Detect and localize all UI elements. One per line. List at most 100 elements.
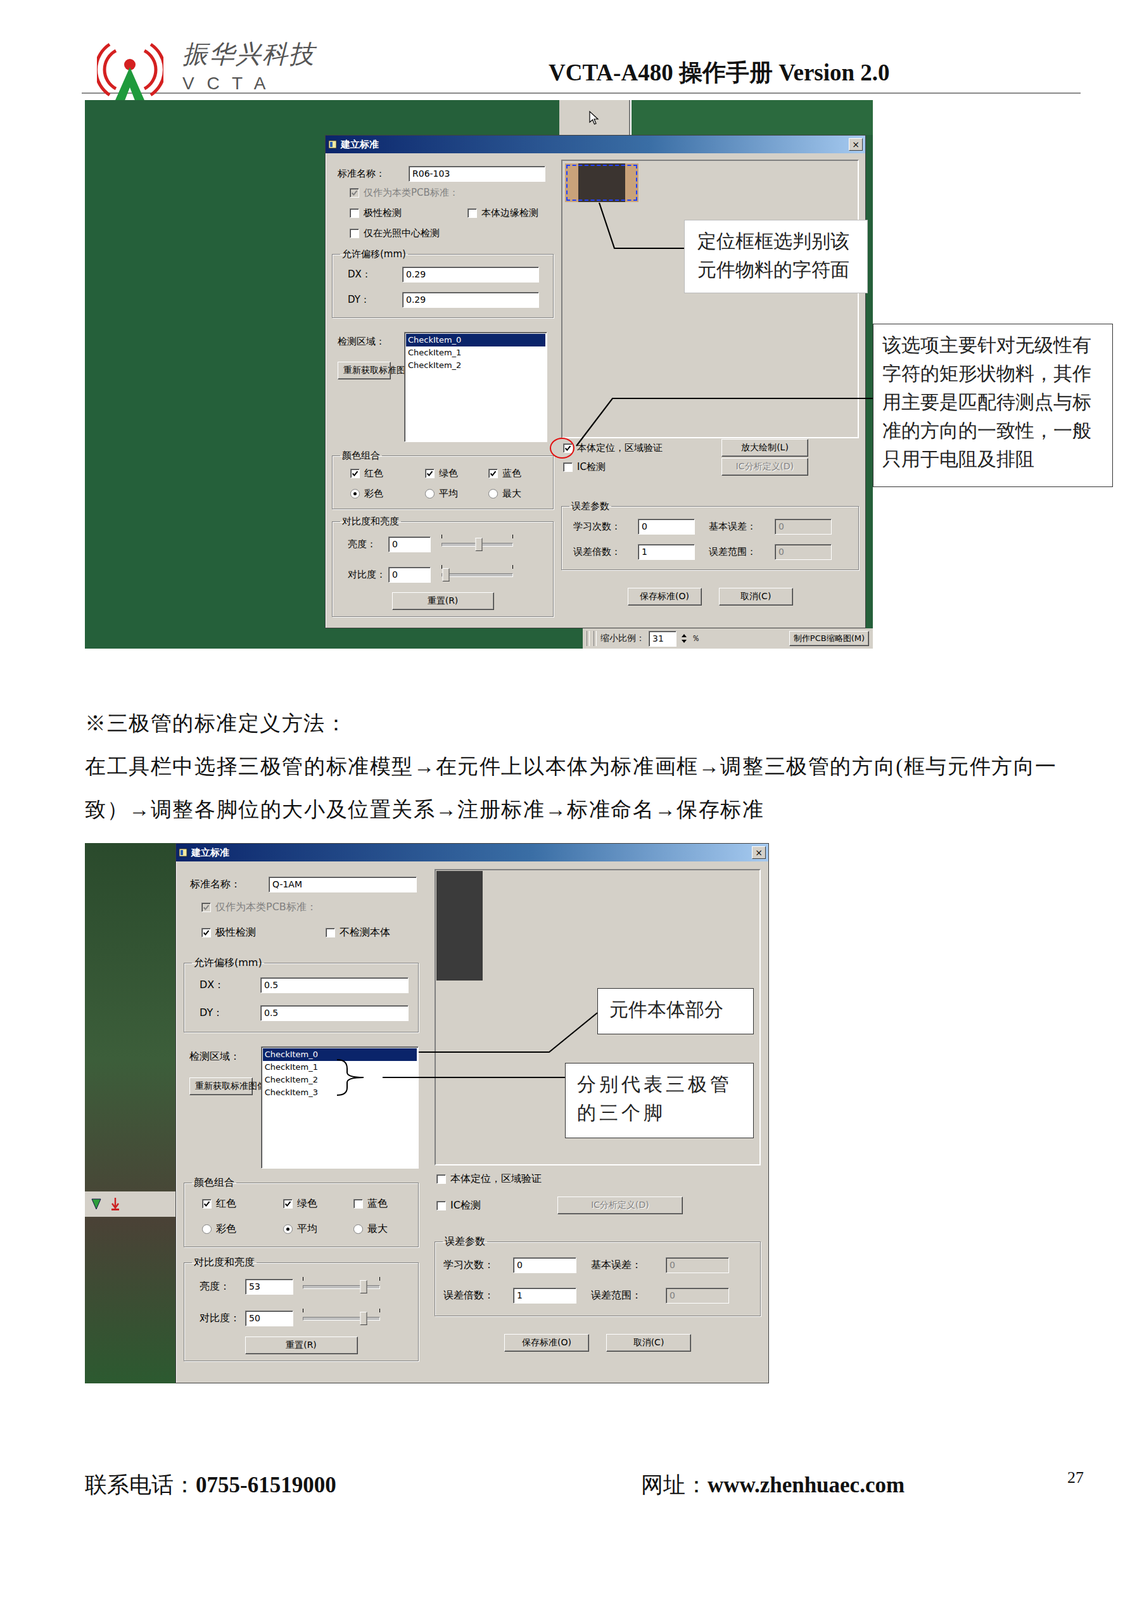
option-checkbox[interactable]: 极性检测 xyxy=(201,926,326,940)
offset-field[interactable]: 0.5 xyxy=(260,977,409,994)
scale-field[interactable]: 31 xyxy=(648,630,677,647)
option-checkbox[interactable]: 本体定位，区域验证 xyxy=(434,1172,542,1186)
screenshot: 建立标准×标准名称：R06-103仅作为本类PCB标准：极性检测本体边缘检测仅在… xyxy=(84,100,873,649)
mode-radio[interactable]: 彩色 xyxy=(202,1222,284,1236)
separator xyxy=(586,630,590,647)
name-field[interactable]: R06-103 xyxy=(408,165,546,182)
option-row: 仅作为本类PCB标准： xyxy=(183,894,419,920)
slider-value-field[interactable]: 53 xyxy=(245,1278,294,1295)
contrast-group: 对比度和亮度亮度：0对比度：0重置(R) xyxy=(331,515,554,617)
checkbox-box xyxy=(201,927,211,938)
refetch-image-button[interactable]: 重新获取标准图像 xyxy=(337,361,391,380)
dialog-button[interactable]: 保存标准(O) xyxy=(504,1333,590,1352)
dialog-button[interactable]: 取消(C) xyxy=(718,587,794,606)
pointer-icon[interactable] xyxy=(587,110,601,126)
list-item[interactable]: CheckItem_1 xyxy=(406,346,546,360)
slider-thumb[interactable] xyxy=(442,568,450,582)
option-checkbox: 仅作为本类PCB标准： xyxy=(201,900,326,915)
close-button[interactable]: × xyxy=(848,138,863,151)
slider-thumb[interactable] xyxy=(360,1311,368,1326)
offset-field[interactable]: 0.29 xyxy=(402,266,540,283)
offset-label: DX： xyxy=(338,268,403,281)
check-icon xyxy=(202,929,210,937)
app-icon xyxy=(178,848,188,858)
phone-number: 0755-61519000 xyxy=(195,1472,337,1498)
slider[interactable] xyxy=(441,534,514,554)
website-url[interactable]: www.zhenhuaec.com xyxy=(707,1472,905,1498)
dialog-button[interactable]: 取消(C) xyxy=(606,1333,692,1352)
checkbox-box xyxy=(436,1174,446,1184)
error-field[interactable]: 0 xyxy=(513,1257,577,1274)
document-title: VCTA-A480 操作手册 Version 2.0 xyxy=(548,39,890,89)
option-checkbox: 仅作为本类PCB标准： xyxy=(349,186,468,199)
leader-line xyxy=(576,398,873,446)
close-button[interactable]: × xyxy=(751,846,766,859)
channel-checkbox[interactable]: 绿色 xyxy=(283,1197,354,1211)
slider[interactable] xyxy=(441,565,514,585)
mode-radio[interactable]: 平均 xyxy=(425,487,489,500)
option-checkbox[interactable]: 不检测本体 xyxy=(325,926,419,940)
dialog-button[interactable]: 保存标准(O) xyxy=(627,587,702,606)
slider[interactable] xyxy=(302,1276,381,1296)
mode-radio[interactable]: 最大 xyxy=(488,487,547,500)
list-item[interactable]: CheckItem_3 xyxy=(262,1086,417,1099)
down-arrow-icon[interactable] xyxy=(89,1196,103,1212)
slider[interactable] xyxy=(302,1308,381,1328)
check-area-list[interactable]: CheckItem_0CheckItem_1CheckItem_2 xyxy=(404,331,548,443)
name-field[interactable]: Q-1AM xyxy=(268,876,417,893)
list-item[interactable]: CheckItem_2 xyxy=(262,1073,417,1087)
channel-checkbox[interactable]: 红色 xyxy=(350,467,426,480)
refetch-image-button[interactable]: 重新获取标准图像 xyxy=(189,1077,253,1096)
list-item[interactable]: CheckItem_2 xyxy=(406,359,546,372)
side-button[interactable]: 放大绘制(L) xyxy=(721,438,809,457)
slider-label: 对比度： xyxy=(190,1311,246,1326)
checkbox-label: 红色 xyxy=(364,467,384,480)
channel-checkbox[interactable]: 蓝色 xyxy=(353,1197,412,1211)
phone: 联系电话：0755-61519000 xyxy=(84,1469,642,1502)
name-row: 标准名称：Q-1AM xyxy=(183,874,419,895)
error-field[interactable]: 1 xyxy=(513,1287,577,1304)
slider-value-field[interactable]: 50 xyxy=(245,1310,294,1327)
option-checkbox[interactable]: IC检测 xyxy=(561,461,606,474)
slider-thumb[interactable] xyxy=(360,1280,368,1294)
list-item[interactable]: CheckItem_0 xyxy=(406,333,546,347)
scale-label: 缩小比例： xyxy=(600,632,645,645)
slider-thumb[interactable] xyxy=(475,537,483,552)
option-checkbox[interactable]: IC检测 xyxy=(434,1199,481,1213)
side-button: IC分析定义(D) xyxy=(557,1196,683,1215)
mode-radio[interactable]: 平均 xyxy=(283,1222,354,1236)
list-item[interactable]: CheckItem_0 xyxy=(262,1048,417,1061)
leader-lines xyxy=(84,100,873,649)
check-area-list[interactable]: CheckItem_0CheckItem_1CheckItem_2CheckIt… xyxy=(260,1046,419,1169)
list-item[interactable]: CheckItem_1 xyxy=(262,1060,417,1074)
reset-button[interactable]: 重置(R) xyxy=(245,1336,358,1355)
option-checkbox[interactable]: 本体定位，区域验证 xyxy=(561,442,663,455)
offset-field[interactable]: 0.5 xyxy=(260,1005,409,1022)
radio-label: 彩色 xyxy=(215,1222,237,1236)
offset-field[interactable]: 0.29 xyxy=(402,292,540,308)
slider-label: 对比度： xyxy=(338,568,389,581)
slider-value-field[interactable]: 0 xyxy=(388,536,431,553)
mode-radio[interactable]: 最大 xyxy=(353,1222,412,1236)
channel-checkbox[interactable]: 红色 xyxy=(202,1197,284,1211)
slider-label: 亮度： xyxy=(338,538,389,551)
radio-label: 平均 xyxy=(297,1222,318,1236)
error-field[interactable]: 1 xyxy=(637,544,695,560)
channel-checkbox[interactable]: 绿色 xyxy=(425,467,489,480)
option-checkbox[interactable]: 极性检测 xyxy=(349,207,468,220)
check-icon xyxy=(489,469,497,477)
option-checkbox[interactable]: 仅在光照中心检测 xyxy=(349,227,468,240)
pin-icon[interactable] xyxy=(108,1196,122,1212)
brace-mark xyxy=(336,1059,364,1096)
checkbox-label: 本体边缘检测 xyxy=(481,207,539,220)
group-legend: 颜色组合 xyxy=(340,449,382,462)
spinner-icon[interactable] xyxy=(680,631,688,646)
slider-value-field[interactable]: 0 xyxy=(388,566,431,583)
error-field[interactable]: 0 xyxy=(637,518,695,535)
mode-radio[interactable]: 彩色 xyxy=(350,487,426,500)
slider-row: 亮度：53 xyxy=(190,1270,412,1303)
option-checkbox[interactable]: 本体边缘检测 xyxy=(467,207,554,220)
reset-button[interactable]: 重置(R) xyxy=(392,592,495,610)
channel-checkbox[interactable]: 蓝色 xyxy=(488,467,547,480)
make-thumbnail-button[interactable]: 制作PCB缩略图(M) xyxy=(789,630,870,647)
